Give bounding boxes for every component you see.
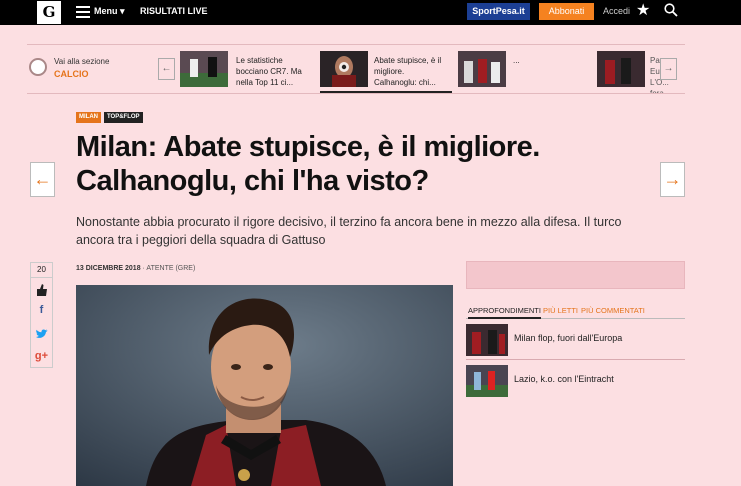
strip-item-2[interactable]: Abate stupisce, è il migliore. Calhanogl… [374, 55, 444, 88]
related-title-2[interactable]: Lazio, k.o. con l'Eintracht [514, 374, 614, 384]
tab-piu-letti[interactable]: PIÙ LETTI [543, 306, 578, 315]
strip-thumb-4[interactable] [597, 51, 645, 87]
strip-item-1[interactable]: Le statistiche bocciano CR7. Ma nella To… [236, 55, 306, 88]
section-name[interactable]: CALCIO [54, 69, 89, 79]
article-date: 13 DICEMBRE 2018 [76, 265, 141, 272]
article-photo [76, 285, 453, 486]
star-icon[interactable]: ★ [636, 2, 650, 20]
article-meta: 13 DICEMBRE 2018 · ATENTE (GRE) [76, 265, 195, 272]
strip-prev-button[interactable]: ← [158, 58, 175, 80]
thumbs-up-icon[interactable] [31, 284, 52, 296]
share-bar: 20 f g+ [30, 262, 53, 368]
ad-banner[interactable] [466, 261, 685, 289]
hamburger-icon[interactable] [76, 6, 90, 18]
abbonati-button[interactable]: Abbonati [539, 3, 594, 20]
soccer-ball-icon [29, 58, 47, 76]
tab-piu-commentati[interactable]: PIÙ COMMENTATI [581, 306, 645, 315]
prev-article-button[interactable]: ← [30, 162, 55, 197]
tag-top-flop[interactable]: TOP&FLOP [104, 112, 143, 123]
related-title-1[interactable]: Milan flop, fuori dall'Europa [514, 333, 622, 343]
strip-item-3[interactable]: ... [513, 55, 583, 66]
sidebar-tabs: APPROFONDIMENTI PIÙ LETTI PIÙ COMMENTATI [466, 305, 685, 319]
strip-next-button[interactable]: → [660, 58, 677, 80]
strip-thumb-2[interactable] [320, 51, 368, 87]
article-subtitle: Nonostante abbia procurato il rigore dec… [76, 215, 622, 247]
related-item[interactable]: Lazio, k.o. con l'Eintracht [466, 365, 685, 399]
facebook-icon[interactable]: f [31, 304, 52, 316]
google-plus-icon[interactable]: g+ [31, 350, 52, 362]
tag-milan[interactable]: MILAN [76, 112, 101, 123]
section-label: Vai alla sezione [54, 57, 110, 66]
tab-approfondimenti[interactable]: APPROFONDIMENTI [468, 306, 541, 319]
accedi-link[interactable]: Accedi [603, 6, 630, 16]
site-logo[interactable]: G [37, 1, 61, 24]
article-title: Milan: Abate stupisce, è il migliore. Ca… [76, 131, 540, 197]
sportpesa-banner[interactable]: SportPesa.it [467, 3, 530, 20]
next-article-button[interactable]: → [660, 162, 685, 197]
share-count: 20 [37, 265, 46, 274]
related-thumb-2[interactable] [466, 365, 508, 397]
twitter-icon[interactable] [31, 329, 52, 340]
menu-button[interactable]: Menu ▾ [94, 6, 125, 17]
related-thumb-1[interactable] [466, 324, 508, 356]
strip-thumb-3[interactable] [458, 51, 506, 87]
strip-thumb-1[interactable] [180, 51, 228, 87]
top-bar: G Menu ▾ RISULTATI LIVE SportPesa.it Abb… [0, 0, 741, 25]
risultati-live-link[interactable]: RISULTATI LIVE [140, 6, 208, 16]
section-strip: Vai alla sezione CALCIO ← Le statistiche… [27, 44, 685, 94]
article-author: · ATENTE (GRE) [142, 265, 196, 272]
related-item[interactable]: Milan flop, fuori dall'Europa [466, 324, 685, 358]
related-divider [466, 359, 685, 360]
strip-active-indicator [320, 91, 452, 93]
search-icon[interactable] [664, 3, 678, 17]
